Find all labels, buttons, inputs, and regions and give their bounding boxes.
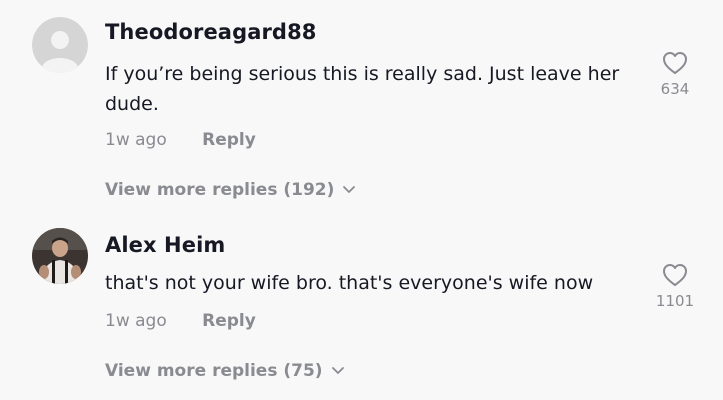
avatar[interactable] [32, 228, 88, 284]
comment-item: Theodoreagard88 If you’re being serious … [0, 0, 723, 220]
chevron-down-icon [331, 367, 344, 374]
comment-text: that's not your wife bro. that's everyon… [105, 272, 594, 294]
reply-button[interactable]: Reply [202, 130, 256, 150]
heart-icon [663, 52, 687, 74]
reply-button[interactable]: Reply [202, 311, 256, 331]
like-button[interactable]: 1101 [645, 262, 705, 310]
comment-meta: 1w ago Reply [105, 130, 256, 150]
avatar[interactable] [32, 17, 88, 73]
chevron-down-icon [343, 186, 356, 193]
like-count: 1101 [655, 292, 695, 310]
user-photo-avatar [32, 228, 88, 284]
like-button[interactable]: 634 [645, 50, 705, 98]
view-more-replies-button[interactable]: View more replies (192) [105, 180, 356, 200]
heart-icon [663, 264, 687, 286]
view-more-replies-label: View more replies (192) [105, 180, 335, 200]
comment-username[interactable]: Alex Heim [105, 233, 225, 257]
comment-meta: 1w ago Reply [105, 311, 256, 331]
comment-timestamp: 1w ago [105, 130, 167, 150]
view-more-replies-button[interactable]: View more replies (75) [105, 361, 345, 381]
comment-timestamp: 1w ago [105, 311, 167, 331]
comment-text: If you’re being serious this is really s… [105, 63, 620, 115]
like-count: 634 [660, 80, 690, 98]
view-more-replies-label: View more replies (75) [105, 361, 323, 381]
default-avatar-icon [32, 17, 88, 73]
comment-item: Alex Heim that's not your wife bro. that… [0, 220, 723, 400]
comment-username[interactable]: Theodoreagard88 [105, 20, 317, 44]
